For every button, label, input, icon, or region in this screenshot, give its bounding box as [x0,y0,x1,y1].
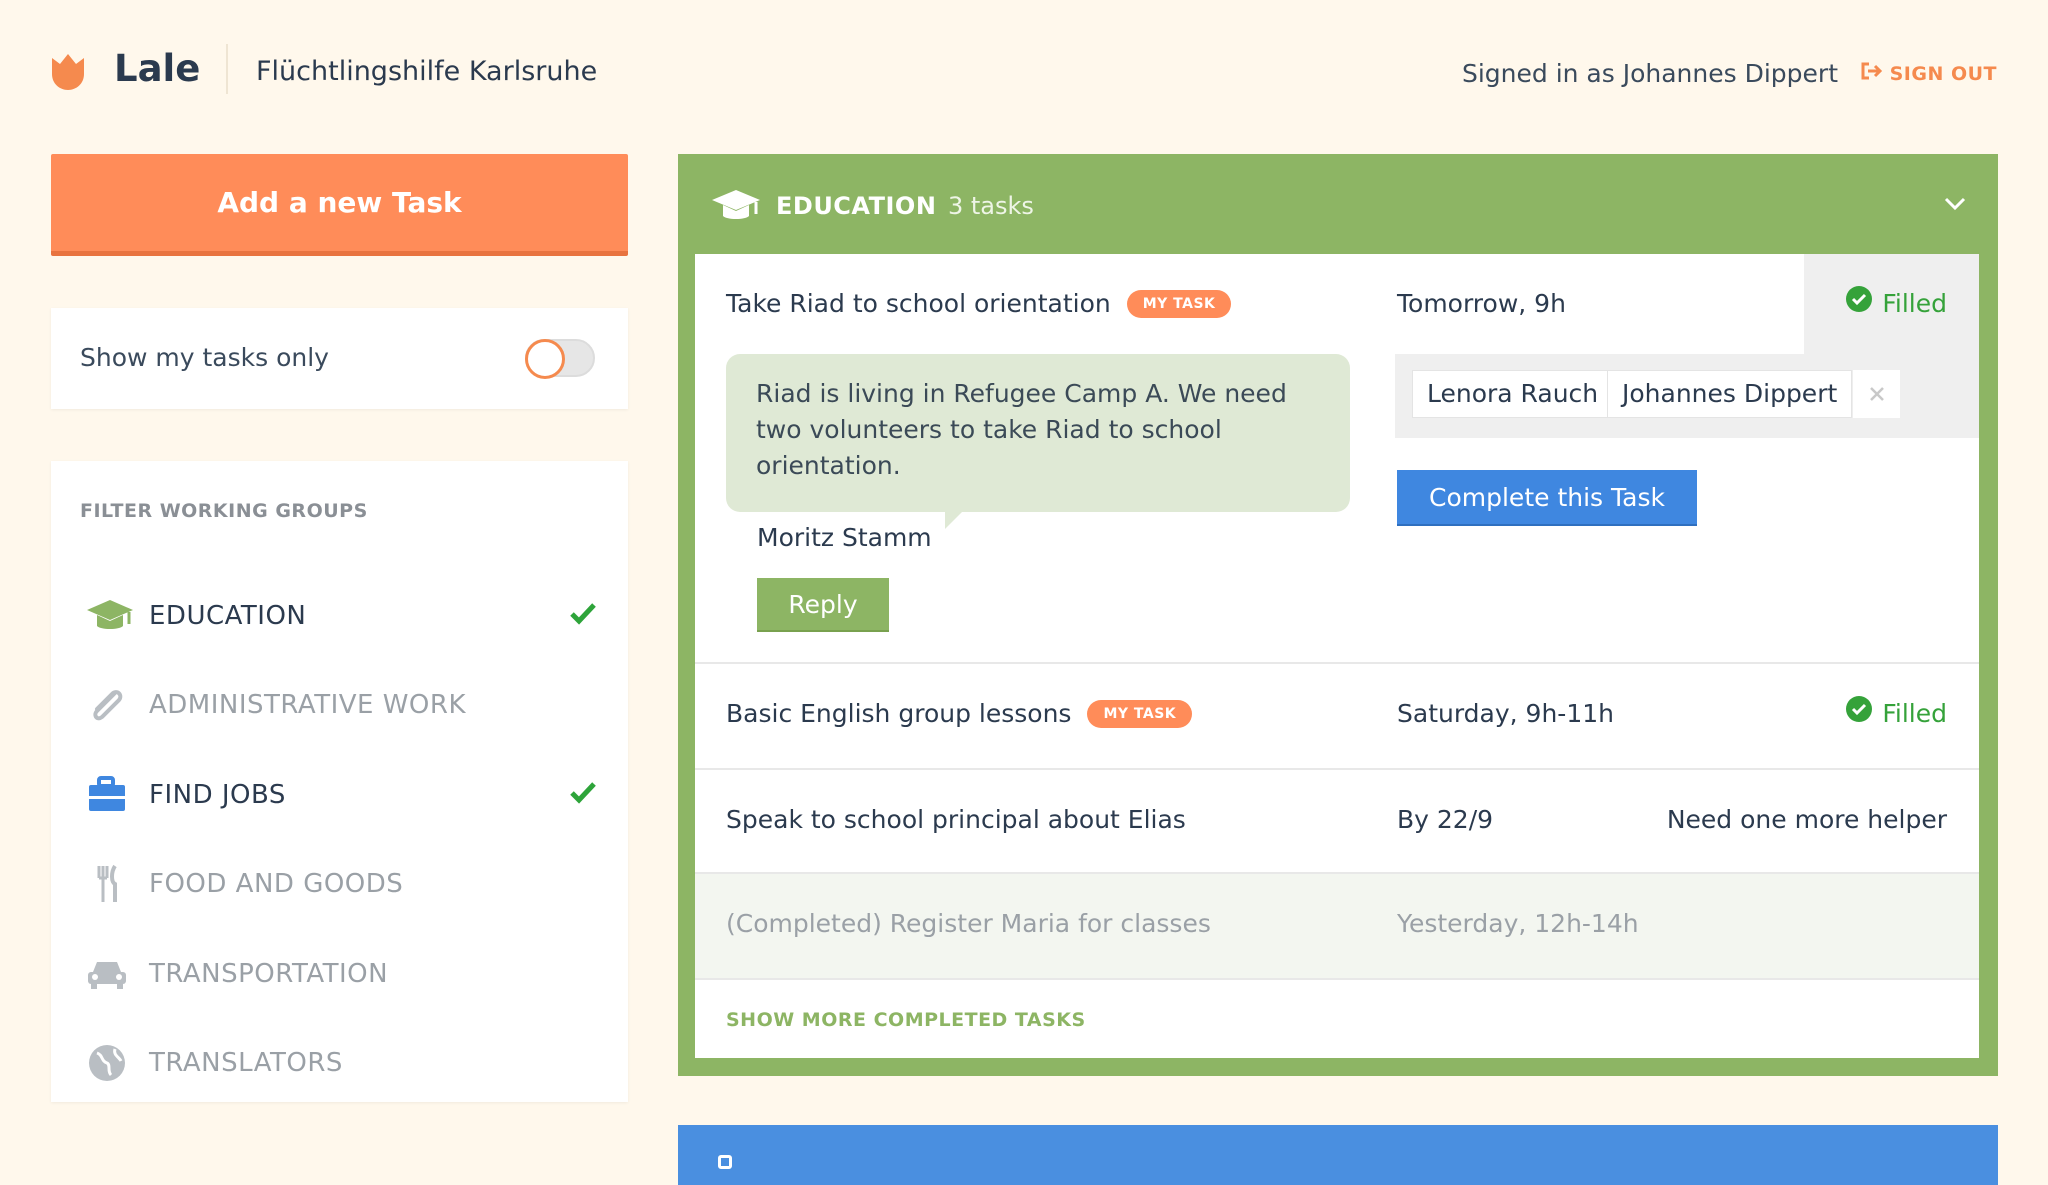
remove-volunteer-close-icon[interactable] [1852,370,1901,418]
my-tasks-toggle-card: Show my tasks only [51,308,628,409]
sign-out-label: SIGN OUT [1889,63,1997,85]
add-new-task-button[interactable]: Add a new Task [51,154,628,256]
education-group-panel: EDUCATION 3 tasks Take Riad to school or… [678,154,1998,1076]
row-divider [695,978,1979,980]
group-name: EDUCATION [776,192,937,220]
task-title[interactable]: Basic English group lessons [726,696,1071,732]
task-time: Saturday, 9h-11h [1397,699,1614,728]
reply-button[interactable]: Reply [757,578,889,630]
toggle-label: Show my tasks only [80,343,329,372]
filter-label: FIND JOBS [149,780,286,810]
task-title[interactable]: Take Riad to school orientation [726,286,1111,322]
status-label: Filled [1882,699,1947,728]
sign-out-link[interactable]: SIGN OUT [1860,60,1997,88]
task-title-row[interactable]: Basic English group lessons MY TASK [726,696,1193,732]
signed-in-status: Signed in as Johannes Dippert [1461,59,1838,88]
task-status: Need one more helper [1666,805,1947,834]
row-divider [695,768,1979,770]
bubble-tail [945,511,963,529]
filter-label: ADMINISTRATIVE WORK [149,690,467,720]
completed-task-title: (Completed) Register Maria for classes [726,909,1211,938]
filter-item-food-and-goods[interactable]: FOOD AND GOODS [51,854,628,914]
organization-name: Flüchtlingshilfe Karlsruhe [256,56,598,87]
volunteer-chip-removable: Johannes Dippert [1607,370,1901,418]
my-task-badge: MY TASK [1087,700,1193,728]
task-title-row[interactable]: Take Riad to school orientation MY TASK [726,286,1232,322]
sign-out-icon [1860,60,1884,88]
my-task-badge: MY TASK [1126,290,1232,318]
task-time: Tomorrow, 9h [1397,289,1566,318]
fork-knife-icon [85,864,129,904]
volunteer-chip: Johannes Dippert [1607,370,1853,418]
filter-item-translators[interactable]: TRANSLATORS [51,1033,628,1093]
brand-name[interactable]: Lale [114,44,200,94]
filter-label: FOOD AND GOODS [149,869,404,899]
graduation-cap-icon [710,187,762,227]
filter-item-transportation[interactable]: TRANSPORTATION [51,944,628,1004]
filter-title: FILTER WORKING GROUPS [80,500,368,522]
lale-tulip-logo-icon [50,52,86,90]
filter-label: EDUCATION [149,601,307,631]
task-message-bubble: Riad is living in Refugee Camp A. We nee… [726,354,1350,512]
show-more-completed-link[interactable]: SHOW MORE COMPLETED TASKS [726,1006,1086,1034]
graduation-cap-icon [85,596,133,636]
paperclip-icon [85,685,129,725]
filter-working-groups-card: FILTER WORKING GROUPS EDUCATION ADMINIST… [51,461,628,1102]
group-icon [718,1155,732,1169]
filter-item-find-jobs[interactable]: FIND JOBS [51,765,628,825]
filter-item-administrative-work[interactable]: ADMINISTRATIVE WORK [51,675,628,735]
next-group-panel[interactable] [678,1125,1998,1185]
task-status: Filled [1846,286,1947,322]
complete-task-button[interactable]: Complete this Task [1397,470,1697,524]
check-circle-icon [1846,696,1873,732]
status-label: Filled [1882,289,1947,318]
volunteer-chip: Lenora Rauch [1412,370,1614,418]
group-task-count: 3 tasks [948,192,1034,220]
task-time: By 22/9 [1397,805,1494,834]
task-list: Take Riad to school orientation MY TASK … [695,254,1979,1058]
row-divider [695,662,1979,664]
completed-task-time: Yesterday, 12h-14h [1397,909,1639,938]
message-author: Moritz Stamm [757,523,932,552]
filter-label: TRANSLATORS [149,1048,343,1078]
globe-icon [85,1043,129,1083]
toggle-knob [525,339,565,379]
my-tasks-toggle[interactable] [525,339,595,379]
filter-label: TRANSPORTATION [149,959,389,989]
briefcase-icon [85,775,129,815]
check-icon [568,777,598,807]
completed-task-row[interactable]: (Completed) Register Maria for classes Y… [695,874,1979,978]
header-divider [226,44,228,94]
check-icon [568,598,598,628]
filter-item-education[interactable]: EDUCATION [51,586,628,646]
task-title[interactable]: Speak to school principal about Elias [726,802,1186,838]
task-status: Filled [1846,696,1947,732]
chevron-down-icon[interactable] [1944,196,1966,211]
check-circle-icon [1846,286,1873,322]
car-icon [85,954,129,994]
